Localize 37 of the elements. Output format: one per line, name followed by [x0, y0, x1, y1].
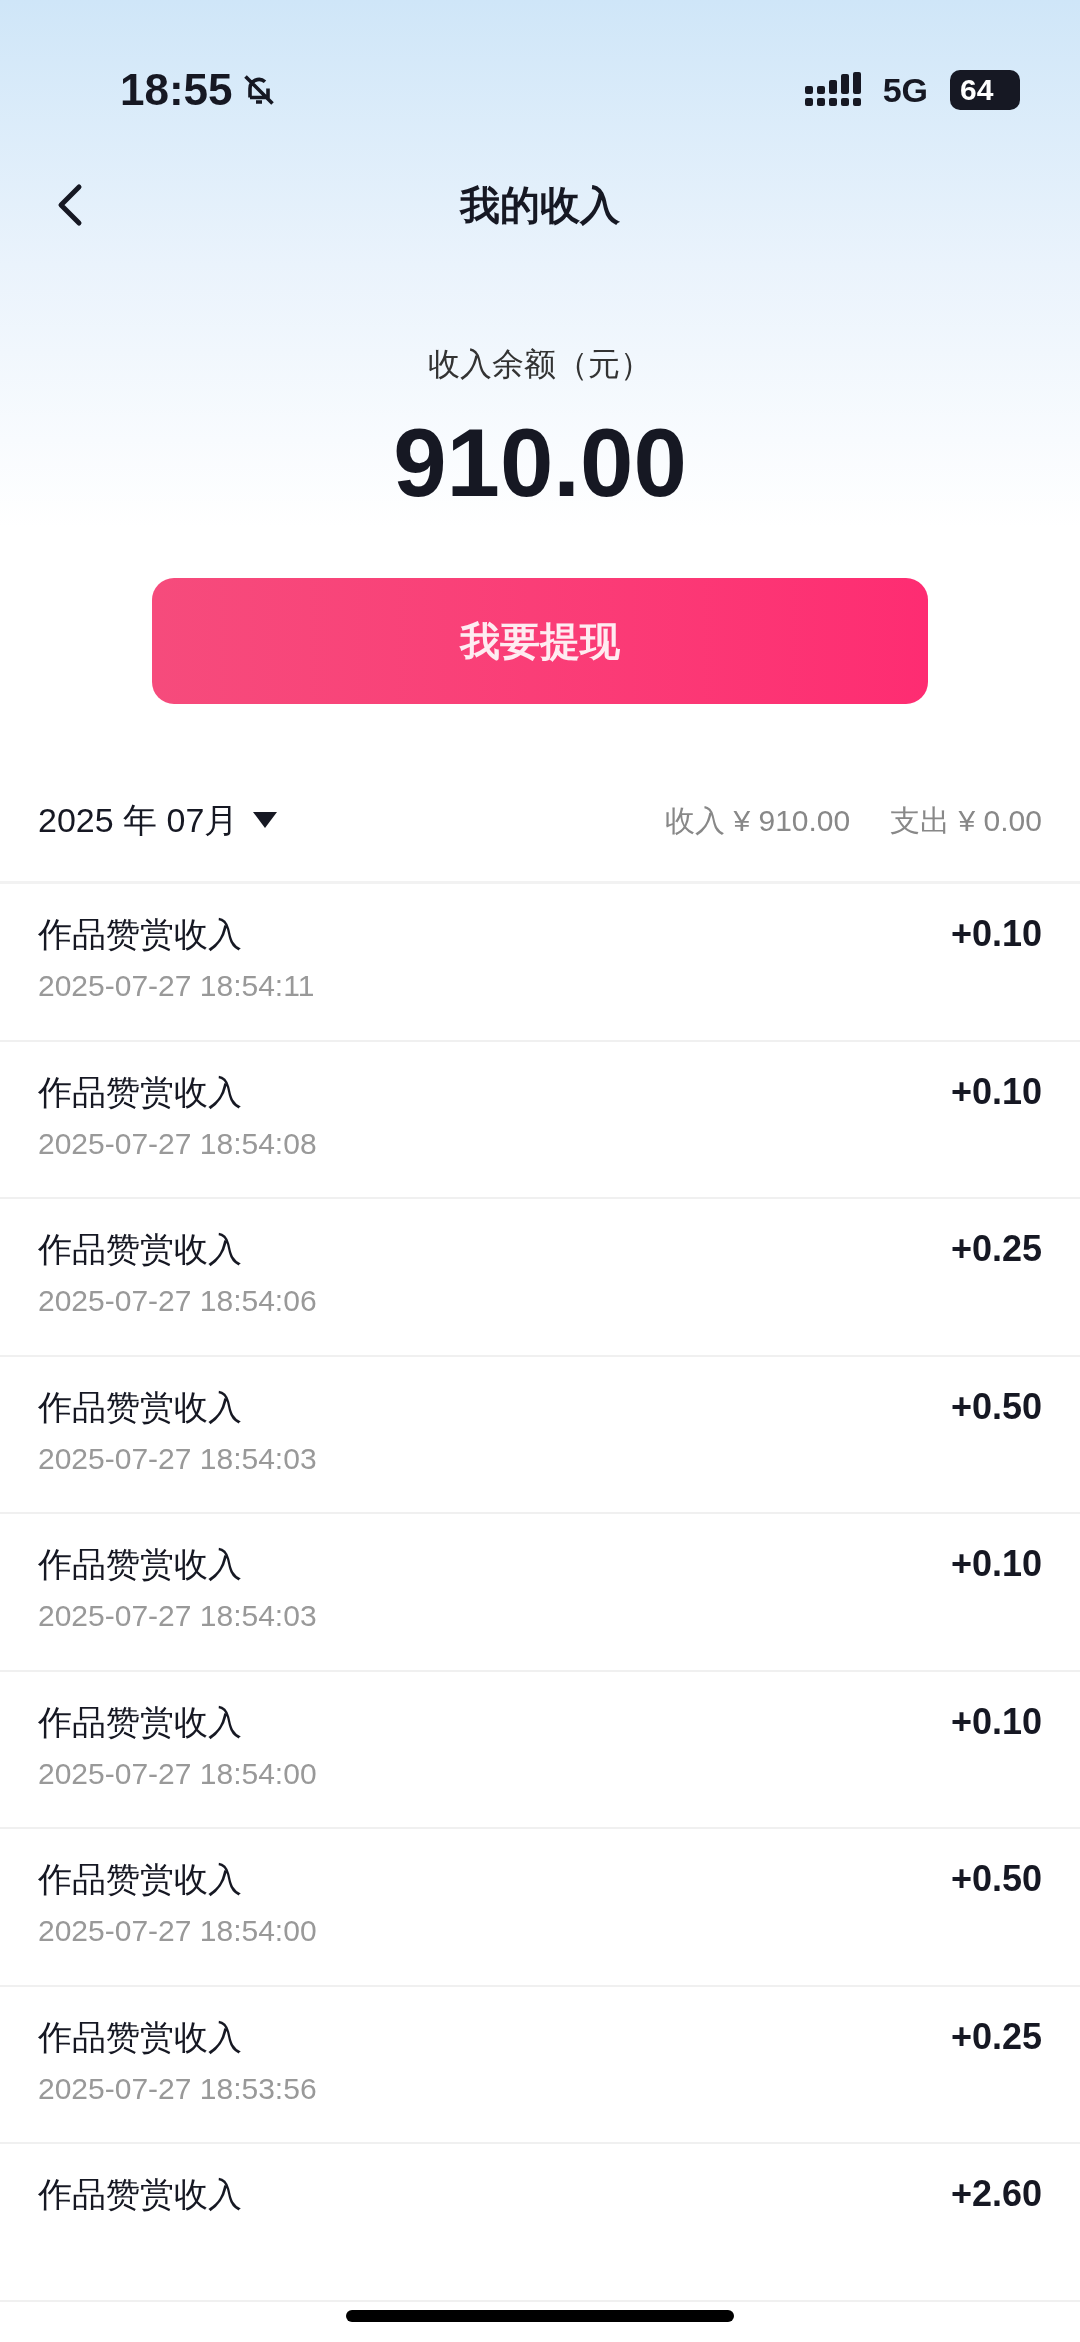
page-title: 我的收入 — [460, 182, 620, 229]
record-title: 作品赞赏收入 — [38, 1229, 243, 1270]
signal-icon — [804, 72, 861, 108]
status-time: 18:55 — [120, 64, 233, 116]
record-time: 2025-07-27 18:53:56 — [38, 2070, 317, 2107]
expense-total: 支出 ¥ 0.00 — [890, 802, 1042, 839]
record-title: 作品赞赏收入 — [38, 914, 243, 955]
balance-amount: 910.00 — [393, 408, 687, 518]
record-title: 作品赞赏收入 — [38, 1701, 243, 1743]
battery-level: 64 — [950, 70, 1020, 110]
record-title: 作品赞赏收入 — [38, 2016, 243, 2058]
record-title: 作品赞赏收入 — [38, 1544, 243, 1585]
record-time: 2025-07-27 18:54:00 — [38, 1755, 317, 1792]
record-title: 作品赞赏收入 — [38, 1386, 243, 1428]
record-amount: +0.10 — [950, 1542, 1042, 1586]
record-time: 2025-07-27 18:54:08 — [38, 1125, 317, 1162]
dropdown-icon — [252, 811, 279, 829]
record-amount: +2.60 — [950, 2172, 1042, 2216]
network-label: 5G — [882, 69, 928, 111]
month-selector[interactable]: 2025 年 07月 — [38, 794, 279, 846]
balance-label: 收入余额（元） — [428, 345, 652, 384]
record-amount: +0.50 — [950, 1857, 1042, 1901]
record-amount: +0.25 — [950, 1227, 1042, 1271]
record-title: 作品赞赏收入 — [38, 2174, 242, 2215]
record-amount: +0.25 — [950, 2014, 1042, 2059]
record-title: 作品赞赏收入 — [38, 1859, 243, 1900]
record-time: 2025-07-27 18:54:06 — [38, 1283, 317, 1319]
record-amount: +0.50 — [950, 1384, 1042, 1429]
record-time: 2025-07-27 18:54:11 — [38, 968, 315, 1004]
record-time: 2025-07-27 18:54:03 — [38, 1440, 317, 1477]
record-time: 2025-07-27 18:54:00 — [38, 1913, 317, 1949]
record-amount: +0.10 — [950, 1069, 1042, 1114]
record-title: 作品赞赏收入 — [38, 1071, 243, 1113]
income-total: 收入 ¥ 910.00 — [665, 802, 851, 839]
record-amount: +0.10 — [950, 912, 1042, 956]
record-time: 2025-07-27 18:54:03 — [38, 1598, 317, 1634]
record-amount: +0.10 — [950, 1699, 1042, 1744]
